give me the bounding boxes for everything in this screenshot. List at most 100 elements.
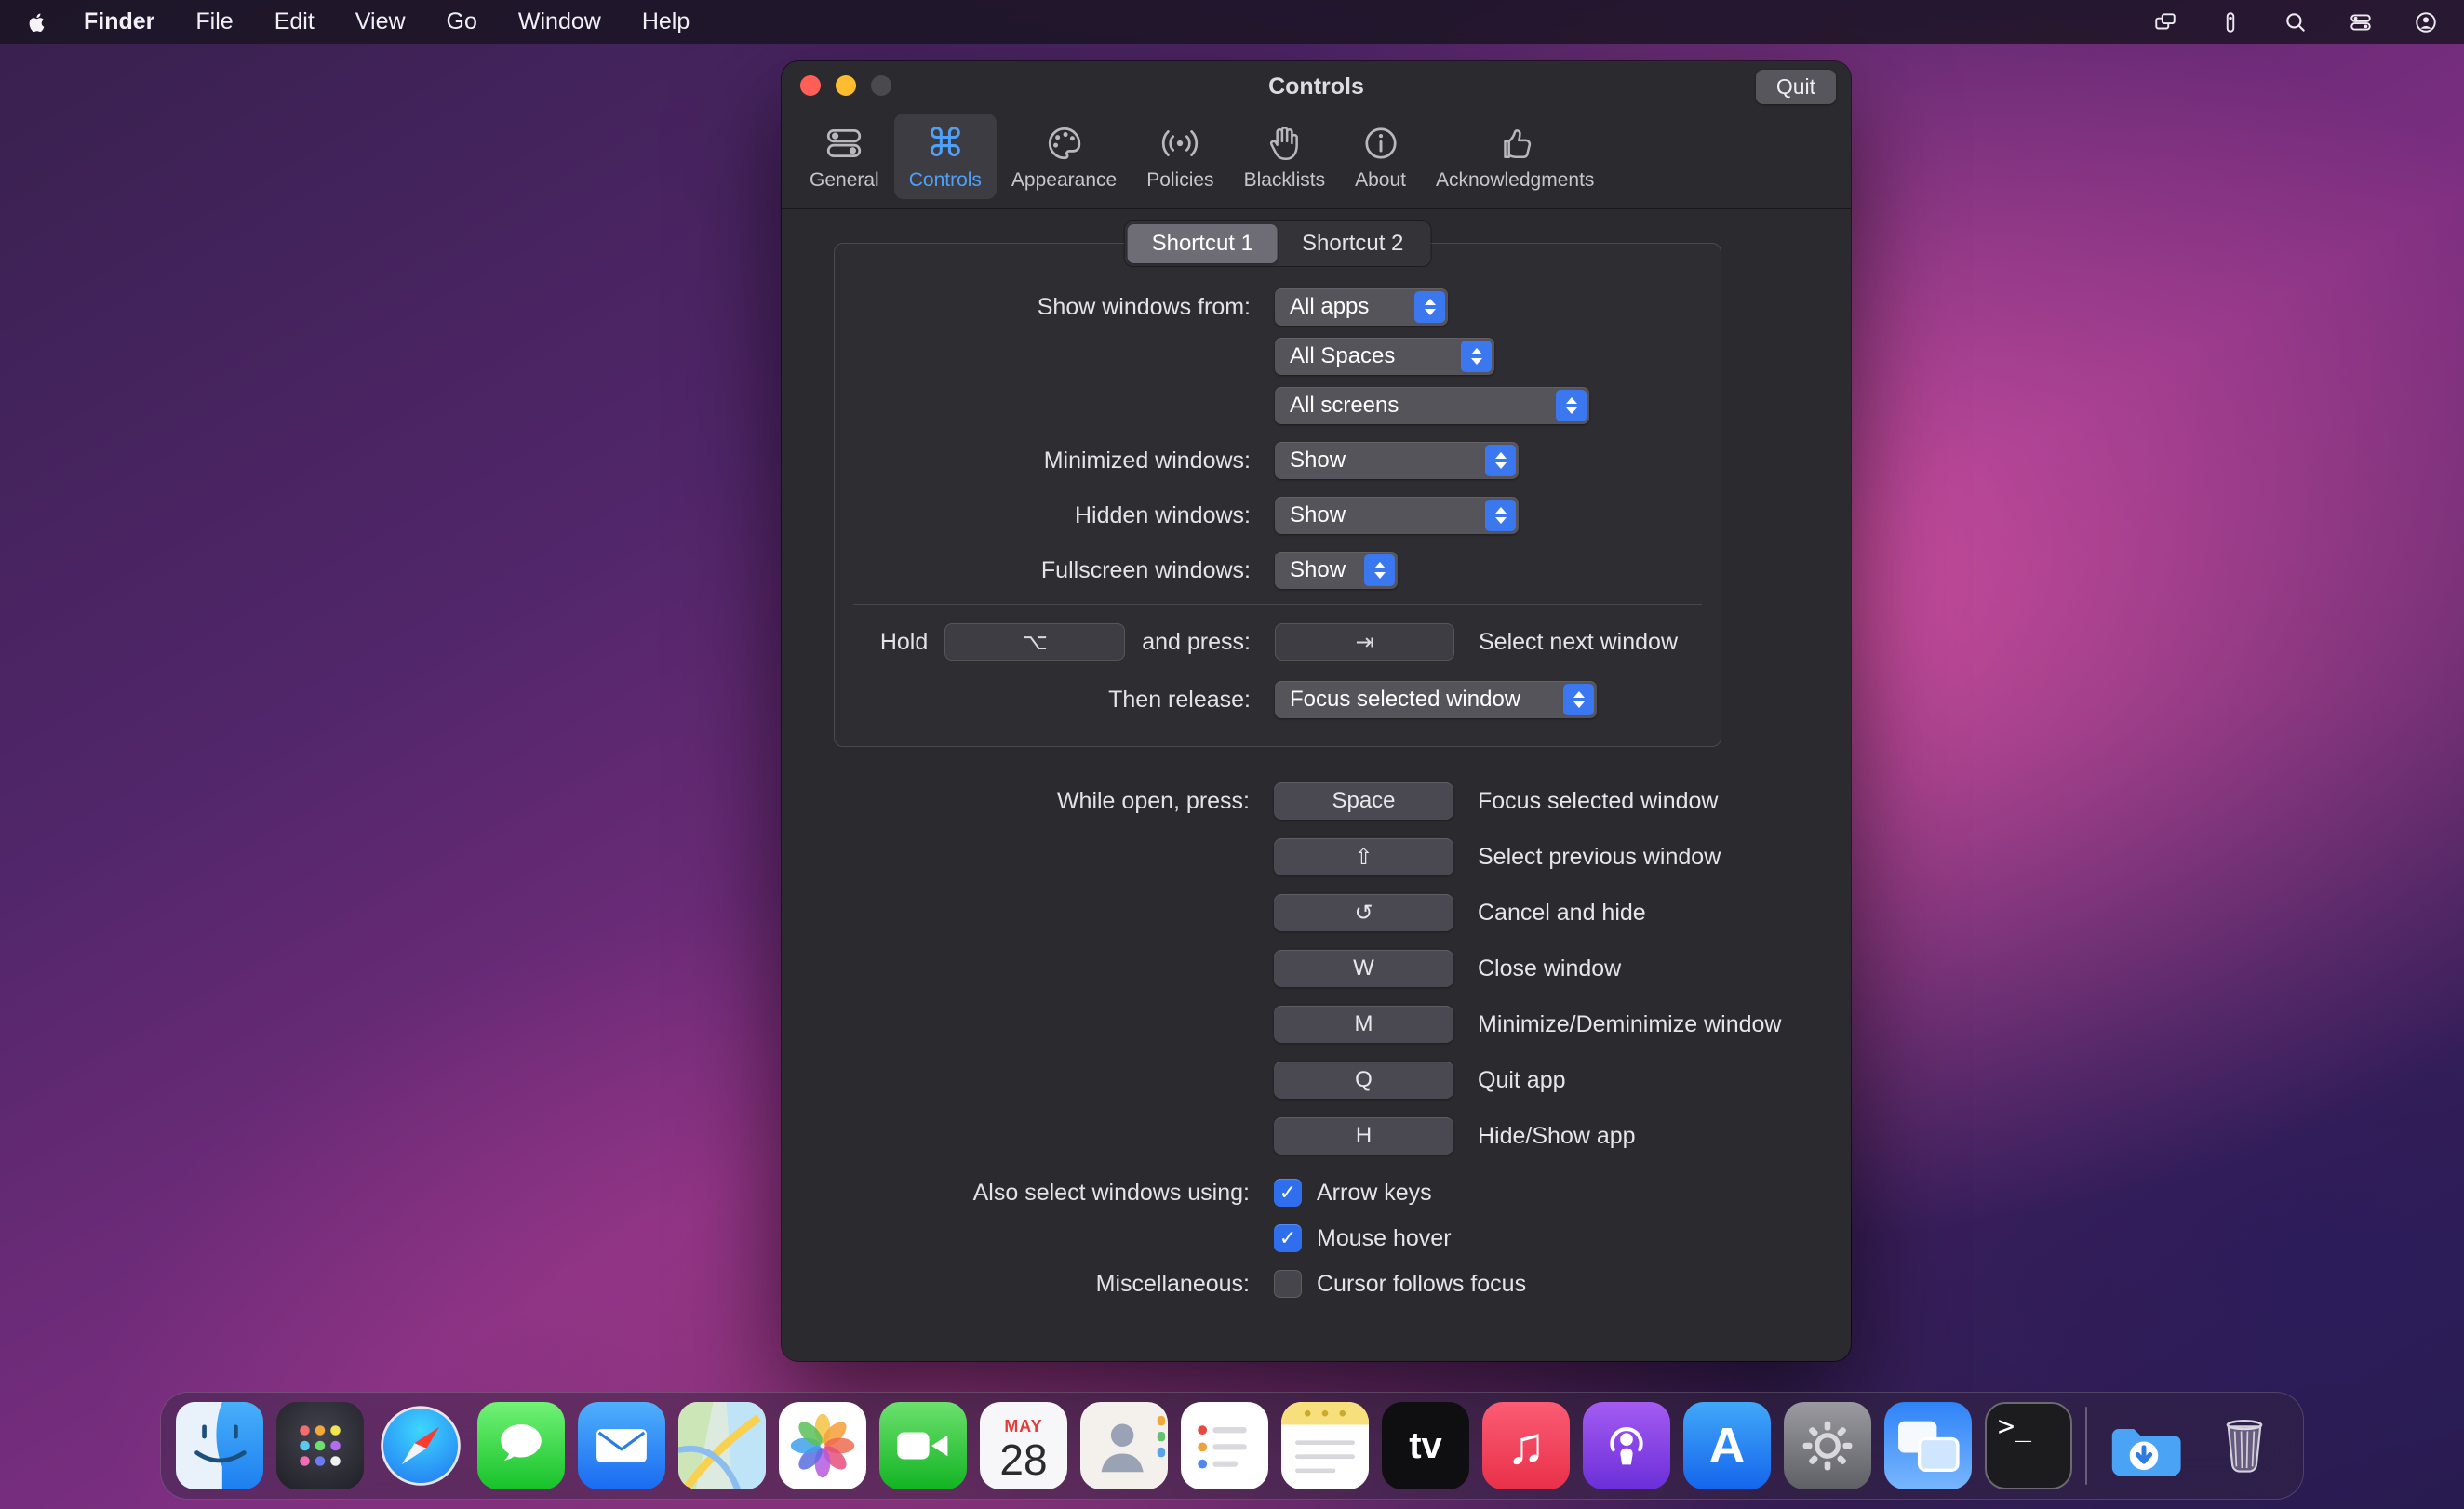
menu-window[interactable]: Window: [518, 8, 601, 35]
spaces-popup[interactable]: All Spaces: [1275, 338, 1494, 375]
video-camera-icon: [892, 1415, 954, 1476]
dock-item-alttab[interactable]: [1884, 1402, 1972, 1489]
menu-file[interactable]: File: [195, 8, 233, 35]
hidden-windows-popup[interactable]: Show: [1275, 497, 1519, 534]
dock-item-music[interactable]: ♫: [1482, 1402, 1570, 1489]
dock-item-reminders[interactable]: [1181, 1402, 1268, 1489]
shortcut-row: M Minimize/Deminimize window: [782, 1006, 1851, 1043]
quit-button[interactable]: Quit: [1756, 70, 1836, 104]
screens-popup[interactable]: All screens: [1275, 387, 1589, 424]
notes-icon: [1281, 1402, 1369, 1489]
menu-help[interactable]: Help: [642, 8, 690, 35]
dock-item-calendar[interactable]: MAY 28: [980, 1402, 1067, 1489]
tab-blacklists[interactable]: Blacklists: [1229, 114, 1341, 199]
dock-item-appletv[interactable]: tv: [1382, 1402, 1469, 1489]
menu-view[interactable]: View: [355, 8, 406, 35]
press-key-recorder[interactable]: ⇥: [1275, 623, 1454, 661]
dock-item-launchpad[interactable]: [276, 1402, 364, 1489]
mouse-hover-row: Mouse hover: [782, 1224, 1851, 1252]
hold-key-recorder[interactable]: ⌥: [944, 623, 1125, 661]
fullscreen-windows-popup[interactable]: Show: [1275, 552, 1398, 589]
then-release-row: Then release: Focus selected window: [835, 681, 1721, 718]
show-windows-from-label: Show windows from:: [835, 294, 1251, 321]
spaces-row: All Spaces: [835, 338, 1721, 375]
tab-acknowledgments[interactable]: Acknowledgments: [1421, 114, 1609, 199]
dock-item-podcasts[interactable]: [1583, 1402, 1670, 1489]
command-icon: ⌘: [926, 121, 965, 166]
options-section: Also select windows using: Arrow keys Mo…: [782, 1179, 1851, 1298]
dock-item-mail[interactable]: [578, 1402, 665, 1489]
dock-item-terminal[interactable]: >_: [1985, 1402, 2072, 1489]
tab-policies[interactable]: Policies: [1132, 114, 1228, 199]
tab-label: Acknowledgments: [1436, 169, 1594, 192]
menu-go[interactable]: Go: [447, 8, 477, 35]
then-release-label: Then release:: [835, 687, 1251, 714]
screens-popup-value: All screens: [1290, 393, 1399, 419]
dock-item-trash[interactable]: [2201, 1402, 2288, 1489]
q-keycap: Q: [1274, 1062, 1453, 1099]
tab-general[interactable]: General: [795, 114, 894, 199]
dock-item-messages[interactable]: [477, 1402, 565, 1489]
dock-item-photos[interactable]: [779, 1402, 866, 1489]
dock-item-contacts[interactable]: [1080, 1402, 1168, 1489]
minimized-popup-value: Show: [1290, 447, 1346, 474]
mouse-hover-checkbox[interactable]: [1274, 1224, 1302, 1252]
apps-popup[interactable]: All apps: [1275, 288, 1448, 326]
user-switcher-icon[interactable]: [2414, 10, 2438, 34]
dock-item-finder[interactable]: [176, 1402, 263, 1489]
while-open-section: While open, press: Space Focus selected …: [782, 782, 1851, 1155]
mouse-hover-label: Mouse hover: [1317, 1225, 1452, 1252]
dock-item-system-preferences[interactable]: [1784, 1402, 1871, 1489]
remote-icon[interactable]: [2218, 10, 2243, 34]
segment-shortcut-2[interactable]: Shortcut 2: [1278, 224, 1427, 263]
dock-item-notes[interactable]: [1281, 1402, 1369, 1489]
broadcast-icon: [1160, 121, 1199, 166]
terminal-prompt-icon: >_: [1998, 1413, 2031, 1441]
minimize-window-button[interactable]: [836, 75, 856, 96]
popup-stepper-icon: [1461, 341, 1492, 372]
miscellaneous-row: Miscellaneous: Cursor follows focus: [782, 1270, 1851, 1298]
shortcut-description: Hide/Show app: [1478, 1123, 1636, 1150]
dock-item-app-store[interactable]: A: [1683, 1402, 1771, 1489]
finder-icon: [176, 1402, 263, 1489]
minimized-windows-row: Minimized windows: Show: [835, 442, 1721, 479]
shortcut-segmented-control: Shortcut 1 Shortcut 2: [1125, 221, 1431, 266]
tab-controls[interactable]: ⌘ Controls: [894, 114, 997, 199]
menu-edit[interactable]: Edit: [275, 8, 315, 35]
close-window-button[interactable]: [800, 75, 821, 96]
screens-row: All screens: [835, 387, 1721, 424]
dock-divider: [2085, 1407, 2087, 1485]
control-center-icon[interactable]: [2349, 10, 2373, 34]
popup-stepper-icon: [1556, 390, 1587, 421]
zoom-window-button[interactable]: [871, 75, 891, 96]
tab-appearance[interactable]: Appearance: [997, 114, 1132, 199]
dock: MAY 28: [160, 1392, 2304, 1500]
segment-shortcut-1[interactable]: Shortcut 1: [1128, 224, 1278, 263]
apps-popup-value: All apps: [1290, 294, 1369, 320]
window-titlebar: Controls Quit: [782, 61, 1851, 110]
photos-pinwheel-icon: [787, 1410, 858, 1481]
apple-menu[interactable]: [26, 11, 48, 33]
shortcut-row: ↺ Cancel and hide: [782, 894, 1851, 931]
chat-bubble-icon: [491, 1416, 551, 1476]
toggles-icon: [824, 121, 864, 166]
popup-stepper-icon: [1364, 554, 1395, 586]
spotlight-search-icon[interactable]: [2283, 10, 2308, 34]
dock-item-downloads[interactable]: [2100, 1402, 2188, 1489]
minimized-windows-popup[interactable]: Show: [1275, 442, 1519, 479]
miscellaneous-label: Miscellaneous:: [782, 1271, 1250, 1298]
cursor-follows-focus-checkbox[interactable]: [1274, 1270, 1302, 1298]
dock-item-safari[interactable]: [377, 1402, 464, 1489]
w-keycap: W: [1274, 950, 1453, 987]
dock-item-facetime[interactable]: [879, 1402, 967, 1489]
tab-about[interactable]: About: [1340, 114, 1421, 199]
calendar-month: MAY: [1004, 1417, 1042, 1436]
then-release-popup[interactable]: Focus selected window: [1275, 681, 1597, 718]
dock-item-maps[interactable]: [678, 1402, 766, 1489]
window-switcher-icon[interactable]: [2153, 10, 2177, 34]
arrow-keys-checkbox[interactable]: [1274, 1179, 1302, 1207]
active-app-name[interactable]: Finder: [84, 8, 154, 35]
apple-icon: [26, 11, 48, 33]
maps-icon: [678, 1402, 766, 1489]
calendar-day: 28: [999, 1435, 1047, 1485]
